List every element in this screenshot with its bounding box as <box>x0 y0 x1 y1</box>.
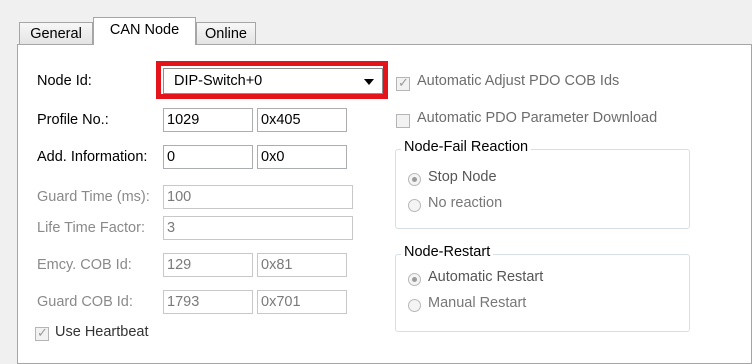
life-time-factor-field[interactable]: 3 <box>163 216 353 240</box>
radio-dot-icon <box>412 177 417 182</box>
check-icon: ✓ <box>398 75 409 90</box>
emcy-cob-id-label: Emcy. COB Id: <box>37 257 132 273</box>
use-heartbeat-label: Use Heartbeat <box>55 324 149 340</box>
auto-pdo-download-label: Automatic PDO Parameter Download <box>417 110 658 126</box>
no-reaction-label: No reaction <box>428 195 503 211</box>
auto-adjust-pdo-label: Automatic Adjust PDO COB Ids <box>417 73 620 89</box>
highlight-box <box>156 61 388 99</box>
profile-no-dec-field: 1029 <box>163 108 253 132</box>
add-info-dec-field: 0 <box>163 145 253 169</box>
automatic-restart-label: Automatic Restart <box>428 269 544 285</box>
emcy-cob-id-dec-field[interactable]: 129 <box>163 253 253 277</box>
add-info-label: Add. Information: <box>37 149 148 165</box>
automatic-restart-radio[interactable] <box>408 273 421 286</box>
manual-restart-label: Manual Restart <box>428 295 527 311</box>
emcy-cob-id-hex-field[interactable]: 0x81 <box>257 253 347 277</box>
node-restart-group <box>395 254 690 332</box>
guard-time-field[interactable]: 100 <box>163 185 353 209</box>
add-info-hex-field: 0x0 <box>257 145 347 169</box>
guard-cob-id-label: Guard COB Id: <box>37 294 133 310</box>
node-restart-title: Node-Restart <box>401 244 494 260</box>
auto-adjust-pdo-checkbox[interactable]: ✓ <box>396 75 410 91</box>
guard-cob-id-dec-field[interactable]: 1793 <box>163 290 253 314</box>
node-fail-reaction-group <box>395 149 690 229</box>
guard-cob-id-hex-field[interactable]: 0x701 <box>257 290 347 314</box>
manual-restart-radio[interactable] <box>408 299 421 312</box>
tab-general[interactable]: General <box>19 22 93 44</box>
profile-no-label: Profile No.: <box>37 112 109 128</box>
use-heartbeat-checkbox[interactable]: ✓ <box>35 325 49 341</box>
node-fail-reaction-title: Node-Fail Reaction <box>401 139 532 155</box>
tab-can-node[interactable]: CAN Node <box>93 17 196 45</box>
tab-online[interactable]: Online <box>196 22 256 44</box>
auto-pdo-download-checkbox[interactable] <box>396 114 410 128</box>
stop-node-radio[interactable] <box>408 173 421 186</box>
no-reaction-radio[interactable] <box>408 199 421 212</box>
profile-no-hex-field: 0x405 <box>257 108 347 132</box>
guard-time-label: Guard Time (ms): <box>37 189 150 205</box>
radio-dot-icon <box>412 277 417 282</box>
life-time-factor-label: Life Time Factor: <box>37 220 145 236</box>
check-icon: ✓ <box>37 325 48 340</box>
node-id-label: Node Id: <box>37 73 92 89</box>
stop-node-label: Stop Node <box>428 169 497 185</box>
